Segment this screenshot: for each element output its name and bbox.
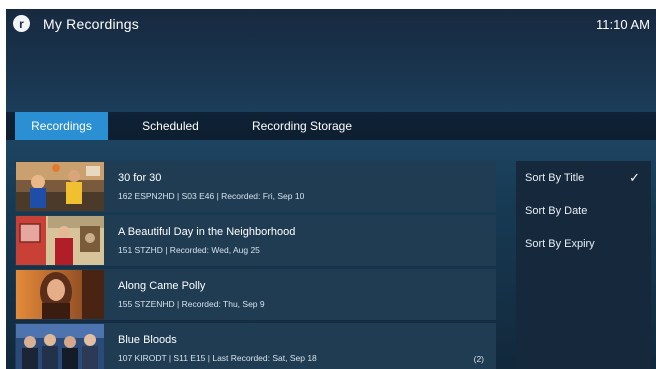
tab-recording-storage[interactable]: Recording Storage bbox=[239, 112, 365, 140]
tab-bar: Recordings Scheduled Recording Storage bbox=[6, 112, 656, 140]
sort-by-expiry-option[interactable]: Sort By Expiry bbox=[516, 231, 651, 257]
recording-meta: 155 STZENHD | Recorded: Thu, Sep 9 bbox=[118, 299, 265, 309]
clock: 11:10 AM bbox=[596, 17, 650, 32]
sort-menu: Sort By Title ✓ Sort By Date Sort By Exp… bbox=[516, 161, 651, 369]
recording-row-along-came-polly[interactable]: Along Came Polly 155 STZENHD | Recorded:… bbox=[15, 269, 496, 320]
top-bar: r My Recordings 11:10 AM bbox=[6, 9, 656, 39]
recording-row-blue-bloods[interactable]: Blue Bloods 107 KIRODT | S11 E15 | Last … bbox=[15, 323, 496, 369]
sort-option-label: Sort By Date bbox=[525, 205, 588, 217]
checkmark-icon: ✓ bbox=[629, 170, 640, 185]
tab-scheduled[interactable]: Scheduled bbox=[128, 112, 213, 140]
recording-meta: 107 KIRODT | S11 E15 | Last Recorded: Sa… bbox=[118, 353, 317, 363]
recording-count-badge: (2) bbox=[473, 354, 484, 364]
sort-by-title-option[interactable]: Sort By Title ✓ bbox=[516, 165, 651, 191]
recording-title: A Beautiful Day in the Neighborhood bbox=[118, 226, 296, 238]
recording-title: 30 for 30 bbox=[118, 172, 162, 184]
thumbnail-along-came-polly bbox=[16, 270, 104, 319]
tab-recordings[interactable]: Recordings bbox=[15, 112, 108, 140]
thumbnail-a-beautiful-day bbox=[16, 216, 104, 265]
thumbnail-blue-bloods bbox=[16, 324, 104, 369]
sort-option-label: Sort By Expiry bbox=[525, 238, 595, 250]
tv-screen: r My Recordings 11:10 AM Recordings Sche… bbox=[6, 9, 656, 369]
recording-meta: 151 STZHD | Recorded: Wed, Aug 25 bbox=[118, 245, 260, 255]
recording-meta: 162 ESPN2HD | S03 E46 | Recorded: Fri, S… bbox=[118, 191, 305, 201]
thumbnail-30-for-30 bbox=[16, 162, 104, 211]
recording-row-30-for-30[interactable]: 30 for 30 162 ESPN2HD | S03 E46 | Record… bbox=[15, 161, 496, 212]
sort-by-date-option[interactable]: Sort By Date bbox=[516, 198, 651, 224]
app-logo-icon: r bbox=[13, 15, 30, 32]
recording-title: Along Came Polly bbox=[118, 280, 206, 292]
recording-row-a-beautiful-day[interactable]: A Beautiful Day in the Neighborhood 151 … bbox=[15, 215, 496, 266]
sort-option-label: Sort By Title bbox=[525, 172, 585, 184]
recordings-list: 30 for 30 162 ESPN2HD | S03 E46 | Record… bbox=[6, 161, 496, 369]
recording-title: Blue Bloods bbox=[118, 334, 177, 346]
page-title: My Recordings bbox=[43, 16, 139, 32]
